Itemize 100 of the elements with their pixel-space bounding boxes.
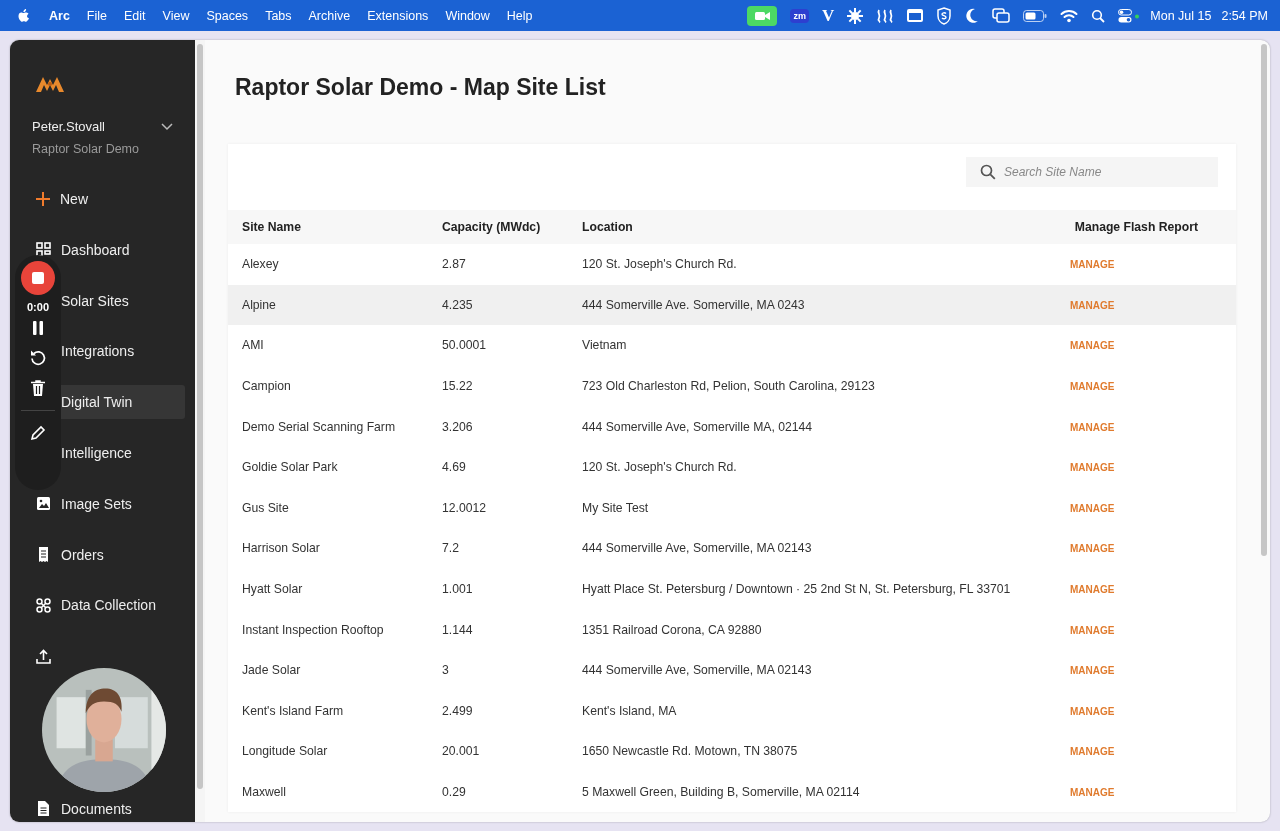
table-cell-text: 4.69 (442, 460, 467, 475)
nav-item[interactable]: Data Collection (20, 588, 185, 623)
trash-icon[interactable] (31, 380, 45, 396)
plus-icon (36, 192, 50, 206)
window-icon[interactable] (907, 9, 924, 22)
column-header[interactable]: Site Name (228, 220, 442, 234)
page-title: Raptor Solar Demo - Map Site List (235, 74, 607, 101)
table-cell-text: Demo Serial Scanning Farm (241, 419, 397, 434)
logo-icon[interactable] (36, 75, 64, 93)
table-row[interactable]: AMI 50.0001 Vietnam MANAGE (228, 325, 1236, 366)
v-app-icon[interactable]: V (822, 5, 835, 26)
table-cell-text: Vietnam (582, 338, 628, 353)
waves-icon[interactable] (876, 8, 895, 23)
battery-icon[interactable] (1023, 9, 1048, 22)
sunburst-icon[interactable] (847, 7, 864, 24)
nav-item[interactable]: Documents (20, 791, 185, 822)
menu-item[interactable]: Help (506, 8, 533, 23)
nav-item[interactable]: Image Sets (20, 486, 185, 521)
column-header[interactable]: Manage Flash Report (1034, 220, 1236, 234)
table-cell-text: 1.001 (442, 582, 474, 597)
table-cell-text: 4.235 (442, 297, 474, 312)
table-row[interactable]: Campion 15.22 723 Old Charleston Rd, Pelion, South Carolina, 29123 MANAGE (228, 365, 1236, 407)
menu-item[interactable]: Spaces (206, 8, 249, 23)
table-cell-text: Instant Inspection Rooftop (241, 622, 385, 637)
wifi-icon[interactable] (1060, 8, 1079, 23)
table-cell-text: AMI (241, 338, 265, 353)
app-menu[interactable]: Arc (49, 8, 70, 23)
menu-item[interactable]: Edit (124, 8, 146, 23)
control-center-icon[interactable] (1118, 8, 1141, 23)
table-row[interactable]: Alexey 2.87 120 St. Joseph's Church Rd. MANAGE (228, 244, 1236, 285)
table-cell-text: Harrison Solar (241, 541, 321, 556)
zoom-app-icon[interactable]: zm (790, 8, 809, 23)
menu-item[interactable]: View (162, 8, 190, 23)
shield-s-icon[interactable] (936, 6, 953, 25)
table-row[interactable]: Goldie Solar Park 4.69 120 St. Joseph's Church Rd. MANAGE (228, 446, 1236, 488)
table-cell-text: 12.0012 (442, 500, 488, 515)
table-row[interactable]: Demo Serial Scanning Farm 3.206 444 Somerville Ave, Somerville MA, 02144 MANAGE (228, 406, 1236, 447)
scrollbar-thumb[interactable] (1261, 44, 1267, 556)
user-name[interactable]: Peter.Stovall (32, 119, 105, 134)
video-camera-icon[interactable] (747, 5, 778, 26)
search-field[interactable]: Search Site Name (966, 157, 1218, 187)
pencil-icon[interactable] (30, 425, 46, 441)
table-cell-text: Gus Site (241, 500, 290, 515)
pause-icon[interactable] (32, 321, 44, 335)
table-row[interactable]: Harrison Solar 7.2 444 Somerville Ave, Somerville, MA 02143 MANAGE (228, 528, 1236, 569)
table-row[interactable]: Jade Solar 3 444 Somerville Ave, Somerville, MA 02143 MANAGE (228, 649, 1236, 691)
nav-item[interactable]: Dashboard (20, 232, 185, 267)
restart-icon[interactable] (30, 349, 46, 366)
menu-item[interactable]: Extensions (367, 8, 429, 23)
table-cell-text: 3.206 (442, 419, 474, 434)
table-row[interactable]: Instant Inspection Rooftop 1.144 1351 Railroad Corona, CA 92880 MANAGE (228, 609, 1236, 650)
table-cell-text: Alexey (241, 257, 280, 272)
table-cell-text: 2.499 (442, 703, 474, 718)
table-row[interactable]: Longitude Solar 20.001 1650 Newcastle Rd. Motown, TN 38075 MANAGE (228, 731, 1236, 772)
table-cell-text: Hyatt Place St. Petersburg / Downtown · 25 2nd St N, St. Petersburg, FL 33701 (582, 582, 1012, 597)
table-cell-text: Longitude Solar (241, 744, 329, 759)
nav-item[interactable]: Orders (20, 537, 185, 572)
menu-item[interactable]: Tabs (265, 8, 292, 23)
table-cell-text: 444 Somerville Ave, Somerville, MA 02143 (582, 541, 813, 556)
table-cell-text: Kent's Island, MA (582, 703, 678, 718)
table-cell-text: 444 Somerville Ave, Somerville MA, 02144 (582, 419, 814, 434)
table-cell-text: 444 Somerville Ave. Somerville, MA 0243 (582, 297, 806, 312)
drone-icon (36, 597, 51, 613)
table-cell-text: 723 Old Charleston Rd, Pelion, South Carolina, 29123 (582, 379, 876, 394)
moon-icon[interactable] (965, 7, 980, 24)
column-header[interactable]: Capacity (MWdc) (442, 220, 582, 234)
chevron-down-icon[interactable] (161, 122, 173, 131)
upload-icon (36, 648, 51, 664)
stop-record-icon[interactable] (21, 261, 55, 295)
menu-item[interactable]: File (86, 8, 107, 23)
table-cell-text: Alpine (241, 297, 277, 312)
search-icon[interactable] (1091, 8, 1106, 23)
menu-item[interactable]: Archive (308, 8, 351, 23)
organization-name: Raptor Solar Demo (32, 142, 140, 156)
table-cell-text: Jade Solar (241, 663, 302, 678)
date-text: Mon Jul 15 (1150, 8, 1212, 23)
apple-icon[interactable] (17, 7, 31, 24)
table-cell-text: 0.29 (442, 785, 467, 799)
menu-item[interactable]: Window (445, 8, 490, 23)
column-header[interactable]: Location (582, 220, 1034, 234)
table-cell-text: 120 St. Joseph's Church Rd. (582, 460, 738, 475)
clock-text: 2:54 PM (1221, 8, 1268, 23)
new-button[interactable]: New (20, 182, 185, 216)
screens-icon[interactable] (992, 8, 1011, 23)
table-row[interactable]: Maxwell 0.29 5 Maxwell Green, Building B, Somerville, MA 02114 MANAGE (228, 771, 1236, 813)
timer-text: 0:00 (27, 301, 49, 313)
table-cell-text: 3 (442, 663, 450, 678)
table-row[interactable]: Kent's Island Farm 2.499 Kent's Island, MA MANAGE (228, 690, 1236, 732)
table-row[interactable]: Alpine 4.235 444 Somerville Ave. Somerville, MA 0243 MANAGE (228, 284, 1236, 326)
table-cell-text: 1351 Railroad Corona, CA 92880 (582, 622, 763, 637)
table-cell-text: 1650 Newcastle Rd. Motown, TN 38075 (582, 744, 799, 759)
table-cell-text: 1.144 (442, 622, 474, 637)
image-icon (36, 496, 51, 512)
table-cell-text: 20.001 (442, 744, 481, 759)
table-cell-text: 7.2 (442, 541, 460, 556)
table-cell-text: 444 Somerville Ave, Somerville, MA 02143 (582, 663, 813, 678)
table-row[interactable]: Gus Site 12.0012 My Site Test MANAGE (228, 487, 1236, 529)
table-row[interactable]: Hyatt Solar 1.001 Hyatt Place St. Petersburg / Downtown · 25 2nd St N, St. Petersburg, FL 33701 MANAGE (228, 568, 1236, 610)
scrollbar-thumb[interactable] (197, 44, 203, 789)
receipt-icon (36, 547, 51, 563)
